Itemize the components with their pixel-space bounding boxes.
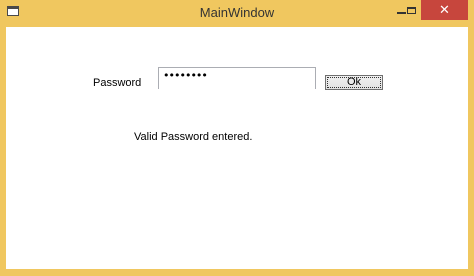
close-button[interactable]: ✕ — [421, 0, 468, 20]
password-mask: •••••••• — [163, 69, 208, 82]
close-icon: ✕ — [439, 2, 450, 18]
client-area: Password •••••••• Ok Valid Password ente… — [6, 27, 468, 269]
maximize-icon — [406, 6, 416, 14]
title-bar[interactable]: MainWindow ✕ — [0, 0, 474, 26]
password-label: Password — [93, 77, 142, 89]
ok-button[interactable]: Ok — [325, 75, 383, 90]
status-message: Valid Password entered. — [134, 131, 253, 143]
main-window: MainWindow ✕ Password •••••••• Ok Valid … — [0, 0, 474, 276]
password-input[interactable]: •••••••• — [158, 67, 316, 89]
